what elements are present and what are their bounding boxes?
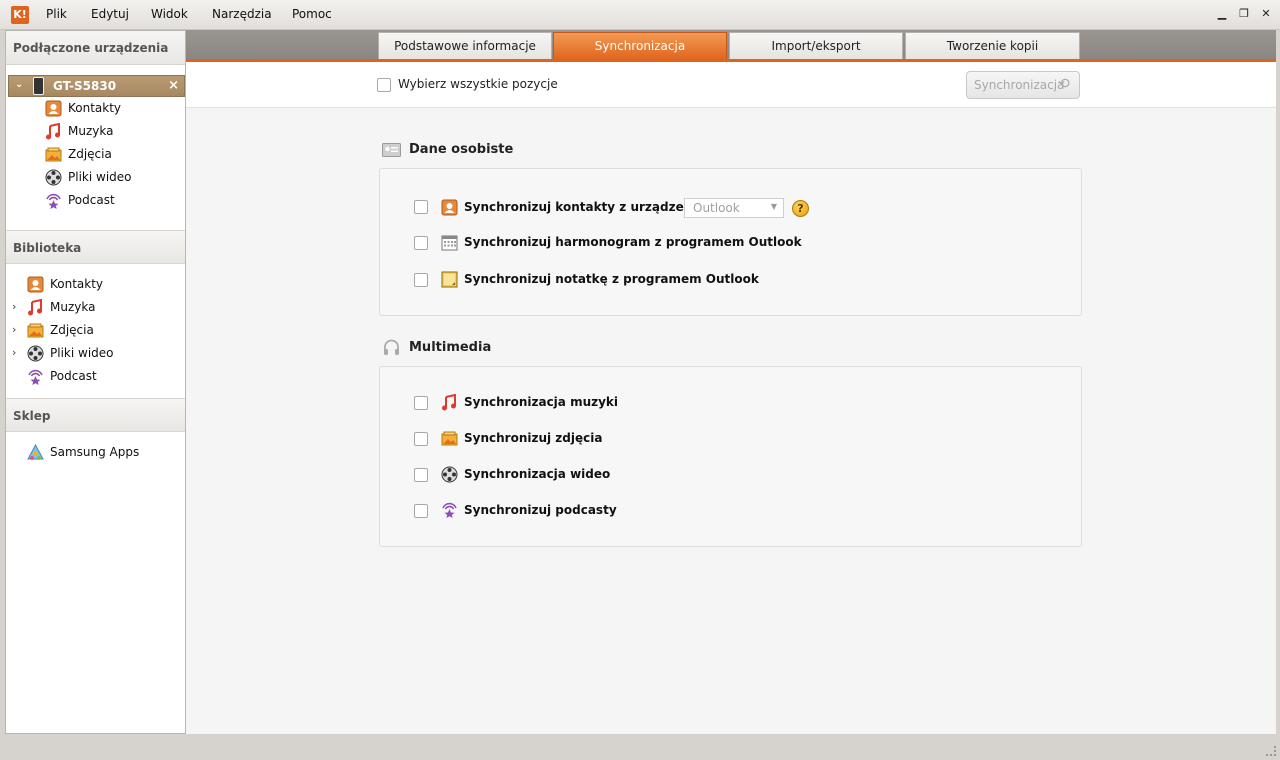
sync-contacts-label: Synchronizuj kontakty z urządzeniem bbox=[464, 200, 718, 214]
device-item-label: Podcast bbox=[68, 193, 115, 207]
sync-notes-label: Synchronizuj notatkę z programem Outlook bbox=[464, 272, 759, 286]
tab-backup[interactable]: Tworzenie kopii zapasowych... bbox=[905, 32, 1080, 79]
sync-video-checkbox[interactable] bbox=[414, 468, 428, 482]
library-item-label: Kontakty bbox=[50, 277, 104, 291]
sync-calendar-checkbox[interactable] bbox=[414, 236, 428, 250]
resize-grip-icon[interactable] bbox=[1266, 746, 1276, 756]
library-header: Biblioteka bbox=[6, 230, 185, 264]
help-icon[interactable]: ? bbox=[792, 200, 809, 217]
sync-music-checkbox[interactable] bbox=[414, 396, 428, 410]
sync-photos-label: Synchronizuj zdjęcia bbox=[464, 431, 603, 445]
sync-button-label: Synchronizacja bbox=[974, 78, 1065, 92]
menu-bar: K! Plik Edytuj Widok Narzędzia Pomoc ▁ ❐… bbox=[0, 0, 1280, 30]
music-icon bbox=[46, 123, 60, 140]
shop-header: Sklep bbox=[6, 398, 185, 432]
device-item-label: Kontakty bbox=[68, 101, 122, 115]
expand-arrow-icon[interactable]: › bbox=[12, 300, 16, 313]
sync-photos-checkbox[interactable] bbox=[414, 432, 428, 446]
section-title-multimedia: Multimedia bbox=[409, 340, 492, 355]
sync-contacts-checkbox[interactable] bbox=[414, 200, 428, 214]
video-icon bbox=[45, 169, 62, 186]
select-all-checkbox[interactable] bbox=[377, 78, 391, 92]
library-item-label: Muzyka bbox=[50, 300, 96, 314]
disconnect-device-icon[interactable]: × bbox=[168, 78, 179, 93]
sync-music-label: Synchronizacja muzyki bbox=[464, 395, 619, 409]
phone-icon bbox=[33, 77, 44, 95]
menu-edit[interactable]: Edytuj bbox=[91, 7, 129, 21]
toolbar bbox=[186, 62, 1276, 108]
music-icon bbox=[28, 299, 42, 316]
photos-icon bbox=[45, 147, 62, 162]
menu-view[interactable]: Widok bbox=[151, 7, 188, 21]
close-icon[interactable]: ✕ bbox=[1258, 6, 1274, 22]
calendar-icon bbox=[441, 235, 458, 251]
video-icon bbox=[441, 466, 458, 483]
device-item-label: Zdjęcia bbox=[68, 147, 112, 161]
contacts-icon bbox=[27, 276, 44, 293]
music-icon bbox=[442, 394, 456, 411]
device-name: GT-S5830 bbox=[53, 79, 117, 93]
device-item-label: Muzyka bbox=[68, 124, 114, 138]
tab-import-export[interactable]: Import/eksport bbox=[729, 32, 903, 60]
sidebar: Podłączone urządzenia ⌄ GT-S5830 × Konta… bbox=[5, 30, 186, 734]
multimedia-panel bbox=[379, 366, 1082, 547]
app-logo-icon: K! bbox=[11, 6, 29, 24]
id-card-icon bbox=[382, 143, 401, 157]
library-item-label: Podcast bbox=[50, 369, 97, 383]
chevron-down-icon[interactable]: ⌄ bbox=[15, 79, 23, 90]
section-title-personal: Dane osobiste bbox=[409, 142, 514, 157]
sync-icon: ⟲ bbox=[1058, 76, 1070, 92]
expand-arrow-icon[interactable]: › bbox=[12, 323, 16, 336]
expand-arrow-icon[interactable]: › bbox=[12, 346, 16, 359]
headphones-icon bbox=[384, 339, 399, 355]
tab-basic-info[interactable]: Podstawowe informacje bbox=[378, 32, 552, 60]
photos-icon bbox=[441, 431, 458, 446]
status-bar bbox=[0, 734, 1280, 760]
sync-podcasts-label: Synchronizuj podcasty bbox=[464, 503, 617, 517]
chevron-down-icon: ▼ bbox=[770, 202, 777, 211]
menu-file[interactable]: Plik bbox=[46, 7, 67, 21]
device-item-label: Pliki wideo bbox=[68, 170, 132, 184]
tab-sync[interactable]: Synchronizacja bbox=[553, 32, 727, 60]
podcast-icon bbox=[28, 369, 43, 385]
podcast-icon bbox=[442, 502, 457, 518]
contacts-source-select[interactable]: Outlook ▼ bbox=[684, 198, 784, 218]
connected-devices-header: Podłączone urządzenia bbox=[6, 31, 185, 65]
restore-icon[interactable]: ❐ bbox=[1236, 6, 1252, 22]
menu-tools[interactable]: Narzędzia bbox=[212, 7, 272, 21]
podcast-icon bbox=[46, 193, 61, 209]
contacts-icon bbox=[441, 199, 458, 216]
sync-video-label: Synchronizacja wideo bbox=[464, 467, 611, 481]
note-icon bbox=[441, 271, 458, 288]
library-item-label: Pliki wideo bbox=[50, 346, 114, 360]
menu-help[interactable]: Pomoc bbox=[292, 7, 332, 21]
library-item-label: Zdjęcia bbox=[50, 323, 94, 337]
samsung-apps-icon bbox=[27, 444, 44, 460]
video-icon bbox=[27, 345, 44, 362]
sync-podcasts-checkbox[interactable] bbox=[414, 504, 428, 518]
minimize-icon[interactable]: ▁ bbox=[1214, 6, 1230, 22]
photos-icon bbox=[27, 323, 44, 338]
sync-calendar-label: Synchronizuj harmonogram z programem Out… bbox=[464, 235, 802, 249]
sync-button[interactable]: Synchronizacja ⟲ bbox=[966, 71, 1080, 99]
contacts-source-value: Outlook bbox=[693, 201, 740, 215]
shop-item-label: Samsung Apps bbox=[50, 445, 140, 459]
select-all-label: Wybierz wszystkie pozycje bbox=[398, 77, 558, 91]
device-row[interactable]: ⌄ GT-S5830 × bbox=[8, 75, 185, 97]
contacts-icon bbox=[45, 100, 62, 117]
sync-notes-checkbox[interactable] bbox=[414, 273, 428, 287]
